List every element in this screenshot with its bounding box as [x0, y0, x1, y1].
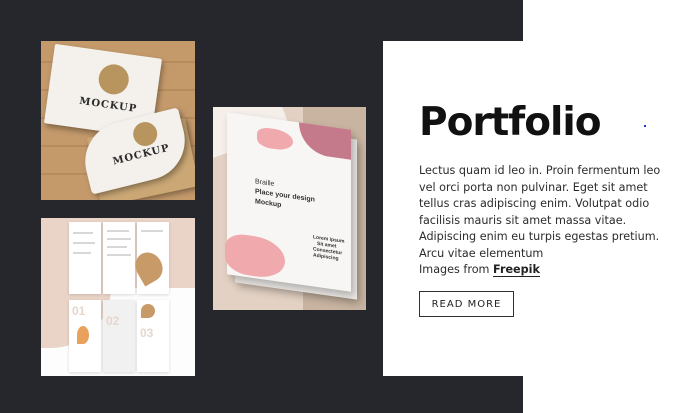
brochure-panel: [69, 222, 101, 294]
brochure-panel: 01: [69, 300, 101, 372]
leaf-icon: [141, 304, 155, 318]
card-mockup-text: MOCKUP: [78, 95, 138, 115]
panel-number: 02: [106, 314, 120, 328]
card-logo-icon: [130, 119, 160, 149]
brochure-panel: 02: [103, 300, 135, 372]
brochure-mockup-image[interactable]: 01 02 03: [41, 218, 195, 376]
braille-title: Braille: [255, 178, 275, 188]
cover-pink-shape: [225, 232, 285, 281]
credit-prefix: Images from: [419, 263, 494, 276]
brochure-panel: 03: [137, 300, 169, 372]
text-line: [107, 238, 131, 240]
braille-subtitle: Mockup: [255, 198, 282, 209]
text-line: [107, 230, 129, 232]
text-line: [141, 230, 163, 232]
portfolio-description: Lectus quam id leo in. Proin fermentum l…: [419, 164, 661, 260]
text-line: [73, 242, 95, 244]
cover-accent-shape: [299, 122, 351, 160]
cover-pink-shape: [257, 126, 293, 152]
business-card-mockup-image[interactable]: MOCKUP MOCKUP: [41, 41, 195, 200]
text-line: [73, 252, 91, 254]
text-line: [107, 254, 131, 256]
text-line: [107, 246, 127, 248]
book-front-cover: Braille Place your design Mockup Lorem i…: [225, 112, 351, 292]
brochure-panel: [103, 222, 135, 294]
card-mockup-text: MOCKUP: [111, 142, 171, 168]
page-title: Portfolio: [419, 100, 602, 145]
panel-number: 01: [72, 304, 86, 318]
text-line: [73, 232, 93, 234]
read-more-button[interactable]: READ MORE: [419, 291, 514, 317]
bottle-icon: [77, 326, 89, 344]
panel-number: 03: [140, 326, 154, 340]
card-logo-icon: [96, 62, 131, 97]
cursor-dot: [644, 125, 646, 127]
braille-mockup-image[interactable]: Braille Place your design Mockup Lorem i…: [213, 107, 366, 310]
freepik-link[interactable]: Freepik: [493, 263, 540, 277]
image-credit: Images from Freepik: [419, 263, 540, 277]
